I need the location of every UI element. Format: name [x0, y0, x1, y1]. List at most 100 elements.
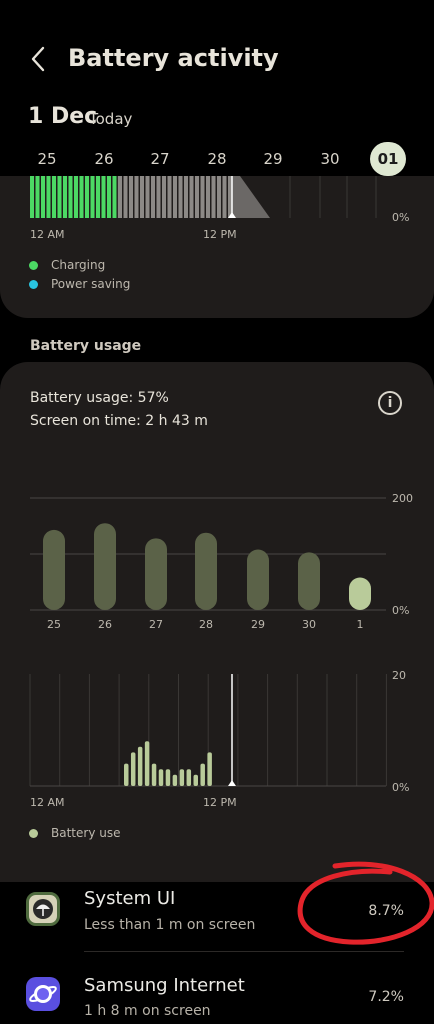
- back-button[interactable]: [26, 42, 54, 76]
- level-bar: [200, 176, 205, 218]
- predicted-level-area: [232, 176, 270, 218]
- daily-bar-29: [247, 549, 269, 610]
- charging-bar: [96, 176, 100, 218]
- charging-bar: [90, 176, 95, 218]
- hourly-bar: [186, 769, 192, 786]
- app-header: Battery activity 1 Dec Today 25 26 27 28…: [0, 0, 434, 180]
- level-bar: [151, 176, 155, 218]
- level-bar: [189, 176, 194, 218]
- level-bar: [118, 176, 122, 218]
- app-usage-percent: 8.7%: [368, 903, 404, 919]
- daily-y-min-label: 0%: [392, 604, 410, 617]
- hourly-x-label-12am: 12 AM: [30, 796, 65, 809]
- battery-level-card: 0% 12 AM 12 PM Charging Power saving: [0, 176, 434, 318]
- day-26[interactable]: 26: [86, 142, 122, 176]
- daily-usage-chart: 25 26 27 28 29 30 1: [30, 497, 386, 630]
- level-x-label-12pm: 12 PM: [203, 228, 237, 241]
- hourly-bar: [144, 741, 150, 786]
- day-27[interactable]: 27: [142, 142, 178, 176]
- battery-level-chart: [30, 176, 377, 218]
- charging-bar: [112, 176, 117, 218]
- hourly-bar: [137, 746, 143, 786]
- charging-bar: [63, 176, 67, 218]
- page-title: Battery activity: [68, 44, 279, 72]
- battery-usage-section-title: Battery usage: [30, 338, 142, 354]
- daily-y-max-label: 200: [392, 492, 413, 505]
- hourly-now-pointer: [228, 780, 236, 786]
- system-ui-icon: [26, 892, 60, 926]
- app-row-samsung-internet[interactable]: Samsung Internet 1 h 8 m on screen 7.2%: [0, 955, 434, 1024]
- legend-power-saving-label: Power saving: [51, 277, 131, 291]
- today-label: Today: [89, 110, 133, 128]
- charging-dot: [29, 260, 38, 270]
- daily-x-label: 29: [251, 618, 265, 630]
- app-name: Samsung Internet: [84, 975, 245, 996]
- hourly-bar: [207, 752, 212, 786]
- level-bar: [140, 176, 144, 218]
- app-row-system-ui[interactable]: System UI Less than 1 m on screen 8.7%: [0, 868, 434, 952]
- charging-bar: [35, 176, 40, 218]
- level-bar: [222, 176, 227, 218]
- battery-use-dot: [29, 828, 38, 838]
- level-bar: [211, 176, 216, 218]
- samsung-internet-icon: [26, 977, 60, 1011]
- hourly-bar: [130, 752, 136, 786]
- level-bar: [217, 176, 221, 218]
- app-screen-time: Less than 1 m on screen: [84, 917, 256, 933]
- charging-bar: [74, 176, 78, 218]
- level-bar: [178, 176, 183, 218]
- daily-x-label: 25: [47, 618, 61, 630]
- hourly-bar: [158, 769, 164, 786]
- charging-bar: [57, 176, 62, 218]
- hourly-usage-chart: [29, 674, 387, 787]
- daily-x-label: 1: [357, 618, 364, 630]
- daily-bar-28: [195, 532, 217, 610]
- charging-bar: [41, 176, 45, 218]
- level-bar: [206, 176, 210, 218]
- daily-bar-25: [43, 529, 65, 610]
- charging-bar: [46, 176, 51, 218]
- hourly-bar: [193, 774, 198, 786]
- day-01[interactable]: 01: [370, 142, 406, 176]
- hourly-bar: [200, 763, 205, 786]
- day-28[interactable]: 28: [199, 142, 235, 176]
- level-bar: [123, 176, 128, 218]
- hourly-bar: [165, 769, 171, 786]
- daily-bar-1: [349, 577, 371, 610]
- daily-x-label: 28: [199, 618, 213, 630]
- battery-usage-text: Battery usage: 57%: [30, 390, 169, 406]
- level-x-label-12am: 12 AM: [30, 228, 65, 241]
- hourly-bar: [172, 774, 178, 786]
- hourly-bar: [151, 763, 157, 786]
- level-bar: [156, 176, 161, 218]
- day-selector: 25 26 27 28 29 30 01: [0, 142, 434, 176]
- level-bar: [134, 176, 139, 218]
- app-screen-time: 1 h 8 m on screen: [84, 1003, 211, 1019]
- power-saving-dot: [29, 279, 38, 289]
- level-bar: [145, 176, 150, 218]
- charging-bar: [52, 176, 56, 218]
- legend-battery-use-label: Battery use: [51, 826, 121, 840]
- daily-x-label: 26: [98, 618, 112, 630]
- hourly-bar: [179, 769, 185, 786]
- chevron-left-icon: [31, 46, 45, 72]
- daily-bar-26: [94, 523, 116, 610]
- charging-bar: [68, 176, 73, 218]
- charging-bar: [79, 176, 84, 218]
- level-bar: [162, 176, 166, 218]
- level-bar: [184, 176, 188, 218]
- day-25[interactable]: 25: [29, 142, 65, 176]
- app-name: System UI: [84, 888, 176, 909]
- level-bar: [173, 176, 177, 218]
- row-divider: [84, 951, 404, 952]
- app-usage-percent: 7.2%: [368, 989, 404, 1005]
- legend-charging-label: Charging: [51, 258, 106, 272]
- info-icon[interactable]: i: [378, 391, 402, 415]
- level-bar: [167, 176, 172, 218]
- hourly-y-min-label: 0%: [392, 781, 410, 794]
- legend-charging: Charging: [29, 258, 105, 272]
- charging-bar: [107, 176, 111, 218]
- hourly-bar: [124, 763, 129, 786]
- day-30[interactable]: 30: [312, 142, 348, 176]
- day-29[interactable]: 29: [255, 142, 291, 176]
